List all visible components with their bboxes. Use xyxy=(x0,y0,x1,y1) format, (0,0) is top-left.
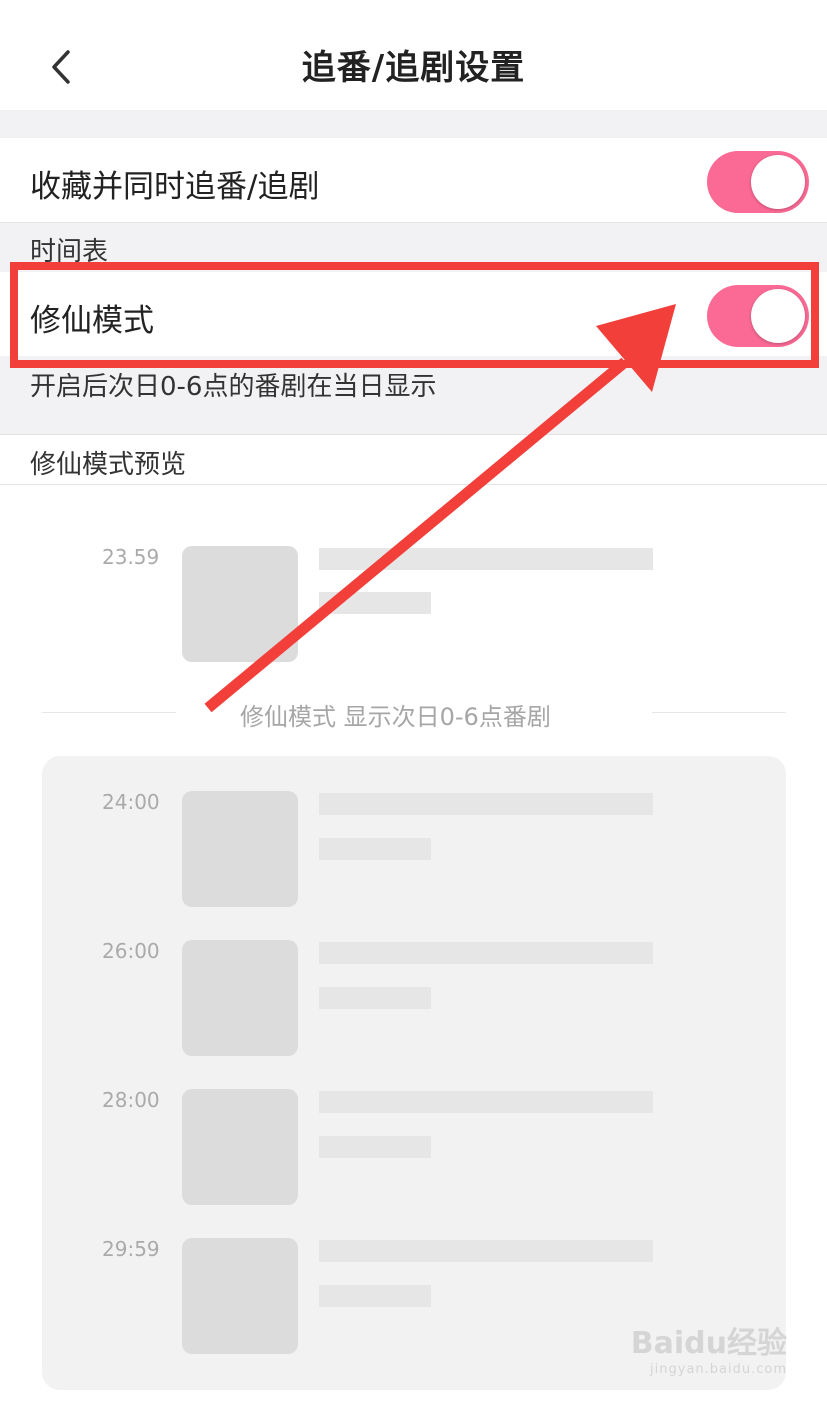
annotation-arrow-icon xyxy=(204,304,676,713)
